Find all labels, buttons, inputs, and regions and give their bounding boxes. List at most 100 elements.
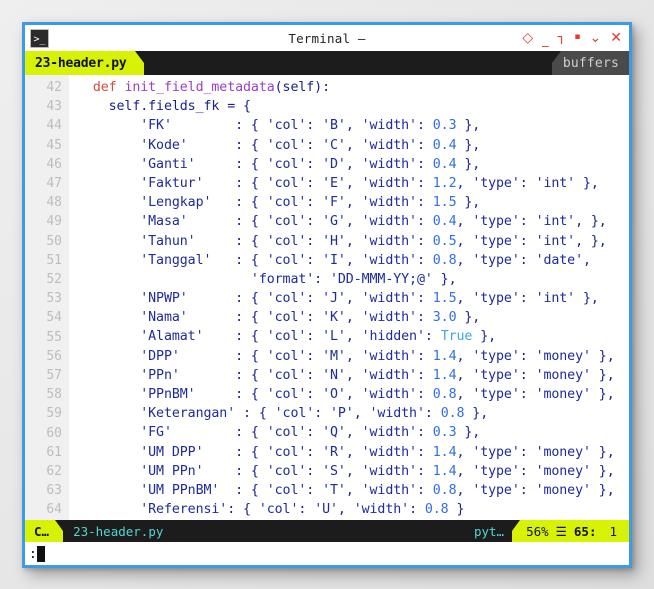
code-token: 'type' [472, 463, 520, 479]
code-token: : { [179, 367, 267, 383]
code-token: 'Alamat' [140, 329, 204, 345]
code-token: 'L' [322, 329, 346, 345]
line-number: 58 [46, 387, 62, 403]
line-number: 45 [46, 137, 62, 153]
code-token: : [416, 118, 433, 134]
code-token: : [306, 482, 323, 498]
buffers-label[interactable]: buffers [560, 51, 629, 75]
code-token: : { [187, 291, 267, 307]
code-token: : [519, 387, 536, 402]
code-content[interactable]: def init_field_metadata(self): self.fiel… [69, 75, 629, 520]
code-token: 'type' [472, 214, 520, 230]
code-token: 'PPnBM' [140, 387, 196, 402]
code-token: 0.8 [440, 406, 465, 422]
code-token: : [519, 463, 536, 479]
code-token: : [416, 425, 433, 441]
tab-23-header-py[interactable]: 23-header.py [25, 51, 135, 75]
code-token: 'col' [266, 233, 307, 249]
code-token: }, [590, 444, 615, 460]
code-token: 'S' [322, 463, 346, 479]
maximize-icon[interactable]: ┐ [558, 31, 566, 44]
command-prompt: : [29, 546, 37, 562]
code-token: 'DPP' [140, 348, 180, 364]
code-token: , [456, 444, 473, 460]
code-token: }, [590, 367, 615, 383]
code-token: 'width' [361, 444, 417, 460]
code-token: : [519, 252, 536, 268]
code-token: 3.0 [432, 310, 457, 326]
code-token: 'PPn' [140, 367, 180, 383]
code-token: 'col' [266, 482, 307, 498]
terminal-icon: >_ [30, 28, 49, 48]
code-token: 'col' [266, 425, 307, 441]
code-token: 'width' [361, 175, 417, 191]
code-line: 'Faktur' : { 'col': 'E', 'width': 1.2, '… [77, 174, 629, 193]
code-token: : [416, 444, 433, 460]
code-token: : [306, 252, 323, 268]
menu-icon: ☰ [555, 523, 567, 539]
code-token: 'Referensi' [140, 502, 228, 518]
code-token: , [345, 252, 362, 268]
code-token: , [456, 233, 473, 249]
dot-icon[interactable]: ▪ [574, 32, 580, 42]
line-number: 59 [46, 406, 62, 422]
window-titlebar[interactable]: >_ Terminal – ◇ _ ┐ ▪ ⌄ ✕ [25, 25, 629, 51]
code-line: 'NPWP' : { 'col': 'J', 'width': 1.5, 'ty… [77, 289, 629, 308]
line-number: 47 [46, 176, 62, 192]
code-token: 'R' [322, 444, 346, 460]
code-token: 'I' [322, 252, 346, 268]
code-token: , [345, 233, 362, 249]
code-token: : { [187, 214, 267, 230]
code-token: : { [203, 329, 267, 345]
code-token: 'col' [266, 329, 307, 345]
restore-icon[interactable]: ◇ [522, 31, 533, 45]
status-column-number: 1 [609, 523, 617, 539]
code-token: 'money' [535, 463, 591, 479]
code-token: 'J' [322, 291, 346, 307]
code-token: , [345, 137, 362, 153]
code-token: 1.4 [432, 463, 457, 479]
code-token: 'Tanggal' [140, 252, 212, 268]
code-token: 0.3 [432, 425, 457, 441]
code-token: : { [195, 156, 267, 172]
code-line: def init_field_metadata(self): [77, 78, 629, 97]
terminal-window: >_ Terminal – ◇ _ ┐ ▪ ⌄ ✕ 23-header.py b… [22, 22, 632, 568]
code-line: 'Ganti' : { 'col': 'D', 'width': 0.4 }, [77, 155, 629, 174]
line-number: 49 [46, 214, 62, 230]
command-line[interactable]: : [25, 542, 629, 565]
code-token: : [416, 367, 433, 383]
code-token: , [345, 118, 362, 134]
code-token: 0.3 [432, 118, 457, 134]
code-line: 'Alamat' : { 'col': 'L', 'hidden': True … [77, 327, 629, 346]
code-token: 'Masa' [140, 214, 188, 230]
code-token: , [353, 406, 370, 422]
code-token: 'O' [322, 387, 346, 402]
line-number: 57 [46, 368, 62, 384]
code-token: , }, [575, 233, 607, 249]
close-icon[interactable]: ✕ [610, 31, 622, 45]
code-token: , [456, 387, 473, 402]
tab-separator-icon [134, 51, 144, 75]
code-token: init_field_metadata [124, 80, 275, 95]
line-number: 51 [46, 252, 62, 268]
collapse-icon[interactable]: ⌄ [590, 31, 602, 45]
line-number: 56 [46, 348, 62, 364]
code-token: , [337, 502, 354, 518]
code-token: 'format' [250, 271, 315, 287]
line-number: 43 [46, 99, 62, 115]
code-line: 'FG' : { 'col': 'Q', 'width': 0.3 }, [77, 423, 629, 442]
editor-area[interactable]: 42 43 44 45 46 47 48 49 50 51 52 53 54 55 56 57 58 59 60 61… [25, 75, 629, 520]
code-token: 'T' [322, 482, 346, 498]
code-token: : [306, 291, 323, 307]
code-token: , [456, 348, 473, 364]
code-token: , [456, 252, 473, 268]
minimize-icon[interactable]: _ [542, 34, 549, 47]
code-token: 1.4 [432, 367, 457, 383]
